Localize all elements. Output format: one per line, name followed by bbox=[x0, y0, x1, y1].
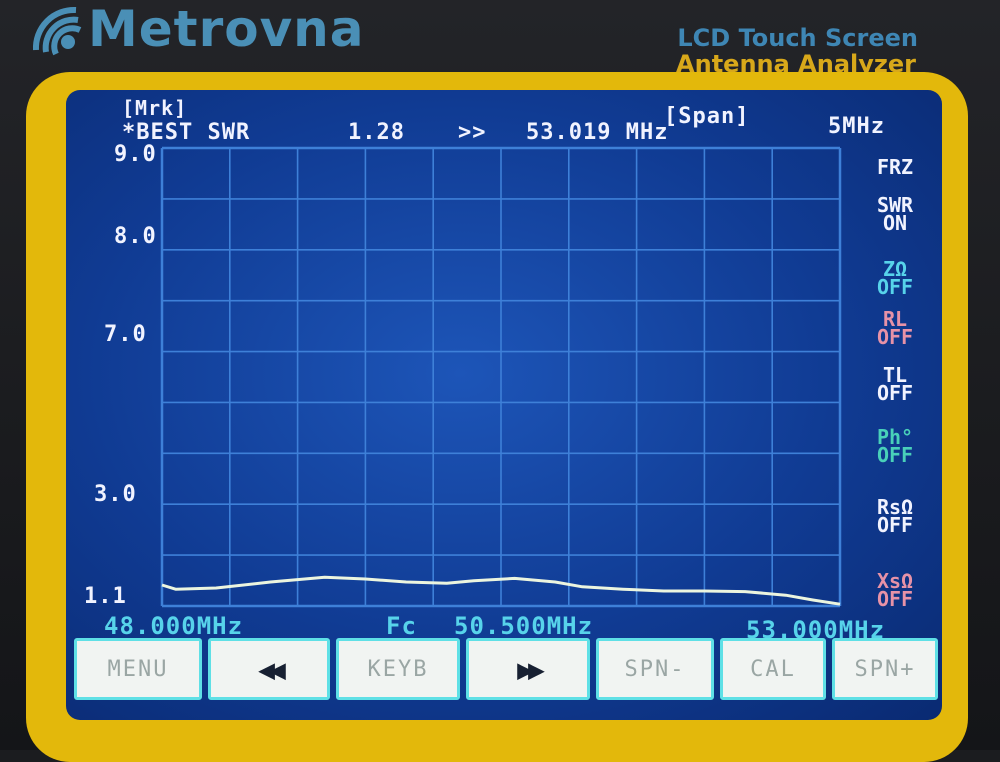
span-value: 5MHz bbox=[828, 114, 885, 139]
best-swr-frequency: 53.019 MHz bbox=[526, 120, 669, 145]
menu-button[interactable]: MENU bbox=[74, 638, 202, 700]
transmission-loss-toggle-state: OFF bbox=[876, 381, 914, 405]
freeze-toggle-label: FRZ bbox=[876, 155, 914, 179]
impedance-toggle-state: OFF bbox=[876, 275, 914, 299]
center-frequency-label: Fc bbox=[386, 612, 417, 640]
best-swr-arrow: >> bbox=[458, 120, 487, 145]
start-frequency: 48.000MHz bbox=[104, 612, 244, 640]
device-housing: Metrovna LCD Touch Screen Antenna Analyz… bbox=[0, 0, 1000, 762]
phase-toggle[interactable]: Ph° OFF bbox=[854, 427, 936, 467]
brand-name: Metrovna bbox=[88, 0, 365, 58]
keyboard-button[interactable]: KEYB bbox=[336, 638, 460, 700]
swr-toggle-state: ON bbox=[882, 211, 908, 235]
y-tick-9: 9.0 bbox=[114, 142, 157, 167]
span-label[interactable]: [Span] bbox=[664, 104, 749, 129]
resistance-toggle-state: OFF bbox=[876, 513, 914, 537]
phase-toggle-state: OFF bbox=[876, 443, 914, 467]
y-tick-8: 8.0 bbox=[114, 224, 157, 249]
resistance-toggle[interactable]: RsΩ OFF bbox=[854, 497, 936, 537]
best-swr-value: 1.28 bbox=[348, 120, 405, 145]
y-tick-3: 3.0 bbox=[94, 482, 137, 507]
lcd-screen: [Mrk] *BEST SWR 1.28 >> 53.019 MHz [Span… bbox=[66, 90, 942, 720]
reactance-toggle-state: OFF bbox=[876, 587, 914, 611]
calibration-button[interactable]: CAL bbox=[720, 638, 826, 700]
span-increase-button[interactable]: SPN+ bbox=[832, 638, 938, 700]
impedance-toggle[interactable]: ZΩ OFF bbox=[854, 259, 936, 299]
swr-toggle[interactable]: SWR ON bbox=[854, 195, 936, 235]
return-loss-toggle[interactable]: RL OFF bbox=[854, 309, 936, 349]
reactance-toggle[interactable]: XsΩ OFF bbox=[854, 571, 936, 611]
transmission-loss-toggle[interactable]: TL OFF bbox=[854, 365, 936, 405]
rewind-button[interactable]: ◀◀ bbox=[208, 638, 330, 700]
span-decrease-button[interactable]: SPN- bbox=[596, 638, 714, 700]
fast-forward-button[interactable]: ▶▶ bbox=[466, 638, 590, 700]
y-tick-1-1: 1.1 bbox=[84, 584, 127, 609]
wifi-logo-icon bbox=[32, 6, 82, 56]
freeze-toggle[interactable]: FRZ bbox=[854, 155, 936, 179]
brand-subtitle-1: LCD Touch Screen bbox=[677, 24, 918, 52]
return-loss-toggle-state: OFF bbox=[876, 325, 914, 349]
marker-label[interactable]: [Mrk] bbox=[122, 96, 187, 120]
y-tick-7: 7.0 bbox=[104, 322, 147, 347]
center-frequency[interactable]: 50.500MHz bbox=[454, 612, 593, 640]
